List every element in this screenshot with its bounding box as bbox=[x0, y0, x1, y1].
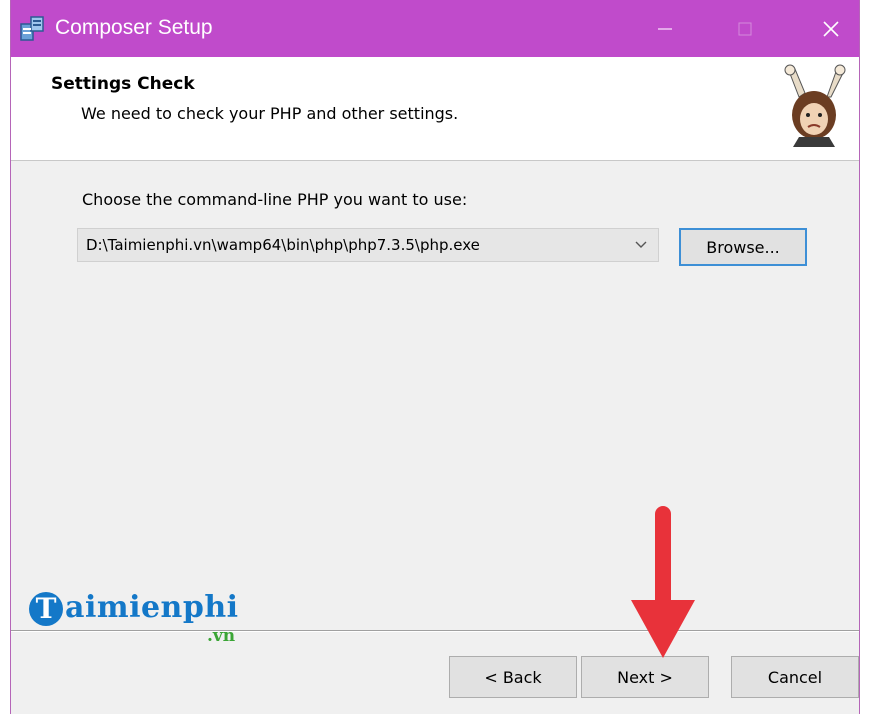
brand-tld: .vn bbox=[207, 626, 236, 646]
arrow-down-icon bbox=[631, 506, 695, 658]
back-button[interactable]: < Back bbox=[449, 656, 577, 698]
page-title: Settings Check bbox=[51, 74, 195, 94]
brand-name: aimienphi bbox=[65, 590, 239, 625]
cancel-button[interactable]: Cancel bbox=[731, 656, 859, 698]
php-path-dropdown[interactable]: D:\Taimienphi.vn\wamp64\bin\php\php7.3.5… bbox=[77, 228, 659, 262]
page-subtitle: We need to check your PHP and other sett… bbox=[81, 104, 459, 123]
composer-mascot-icon bbox=[784, 64, 846, 147]
setup-window: Composer Setup Settings Check We need to… bbox=[10, 0, 860, 714]
close-button[interactable] bbox=[801, 0, 861, 57]
php-prompt-label: Choose the command-line PHP you want to … bbox=[82, 190, 468, 209]
maximize-button[interactable] bbox=[715, 0, 775, 57]
page-header: Settings Check We need to check your PHP… bbox=[11, 57, 859, 161]
title-bar[interactable]: Composer Setup bbox=[11, 0, 859, 57]
chevron-down-icon bbox=[635, 241, 647, 248]
php-path-value: D:\Taimienphi.vn\wamp64\bin\php\php7.3.5… bbox=[86, 236, 480, 254]
close-icon bbox=[823, 20, 839, 37]
browse-button[interactable]: Browse... bbox=[679, 228, 807, 266]
window-title: Composer Setup bbox=[55, 16, 213, 39]
minimize-icon bbox=[658, 27, 672, 30]
brand-watermark: T aimienphi .vn bbox=[29, 590, 249, 650]
minimize-button[interactable] bbox=[635, 0, 695, 57]
maximize-icon bbox=[738, 22, 752, 35]
brand-mark: T bbox=[29, 592, 63, 626]
installer-icon bbox=[20, 16, 44, 41]
